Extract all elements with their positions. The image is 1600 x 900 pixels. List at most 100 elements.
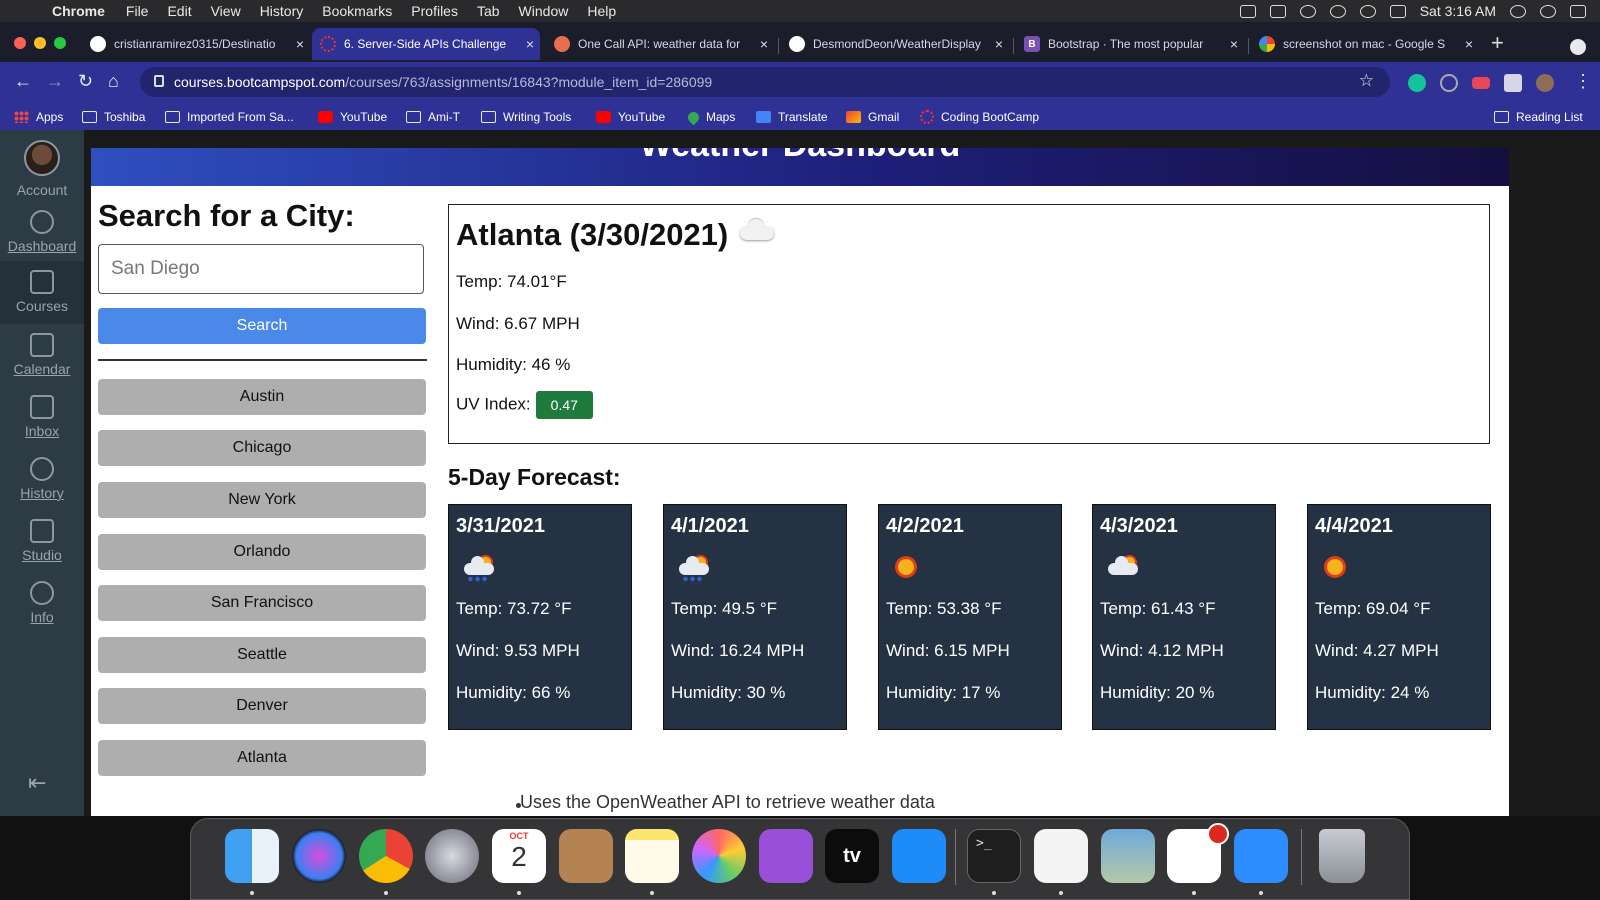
calendar-icon[interactable]: OCT 2 xyxy=(492,829,546,883)
menu-profiles[interactable]: Profiles xyxy=(411,3,458,19)
bookmark-star-icon[interactable]: ☆ xyxy=(1359,71,1374,91)
siri-icon[interactable] xyxy=(1540,4,1556,18)
city-button-denver[interactable]: Denver xyxy=(98,688,426,724)
menu-tab[interactable]: Tab xyxy=(477,3,500,19)
nav-calendar[interactable]: Calendar xyxy=(0,333,84,377)
zoom-icon[interactable] xyxy=(1234,829,1288,883)
city-button-orlando[interactable]: Orlando xyxy=(98,534,426,570)
bluetooth-icon[interactable] xyxy=(1329,4,1346,18)
close-icon[interactable]: × xyxy=(1465,36,1473,52)
notes-icon[interactable] xyxy=(625,829,679,883)
close-icon[interactable]: × xyxy=(760,36,768,52)
wifi-icon[interactable] xyxy=(1359,4,1376,18)
city-search-input[interactable] xyxy=(98,244,424,294)
bookmark-imported[interactable]: Imported From Sa... xyxy=(165,110,294,124)
lock-icon[interactable] xyxy=(154,75,164,87)
display-icon[interactable] xyxy=(1269,4,1286,18)
bookmark-ami-t[interactable]: Ami-T xyxy=(406,110,460,124)
tab-google-search[interactable]: screenshot on mac - Google S × xyxy=(1251,28,1479,60)
bookmark-toshiba[interactable]: Toshiba xyxy=(82,110,145,124)
profile-avatar-icon[interactable] xyxy=(1536,74,1554,92)
bookmark-writing-tools[interactable]: Writing Tools xyxy=(481,110,571,124)
trash-icon[interactable] xyxy=(1319,829,1365,883)
bookmark-maps[interactable]: Maps xyxy=(685,109,735,125)
volume-icon[interactable] xyxy=(1389,4,1406,18)
forward-arrow-icon[interactable]: → xyxy=(46,71,64,92)
avatar[interactable] xyxy=(24,140,60,176)
menu-history[interactable]: History xyxy=(260,3,304,19)
menu-help[interactable]: Help xyxy=(587,3,616,19)
home-icon[interactable]: ⌂ xyxy=(108,71,119,92)
search-button[interactable]: Search xyxy=(98,308,426,344)
close-icon[interactable]: × xyxy=(296,36,304,52)
url-text[interactable]: courses.bootcampspot.com/courses/763/ass… xyxy=(174,74,712,90)
menu-edit[interactable]: Edit xyxy=(167,3,191,19)
siri-icon[interactable] xyxy=(292,829,346,883)
nav-history[interactable]: History xyxy=(0,457,84,501)
tab-search-icon[interactable] xyxy=(1570,39,1586,55)
menu-file[interactable]: File xyxy=(126,3,149,19)
nav-courses[interactable]: Courses xyxy=(0,270,84,314)
nav-studio[interactable]: Studio xyxy=(0,519,84,563)
preview-icon[interactable] xyxy=(1101,829,1155,883)
collapse-nav-icon[interactable]: ⇤ xyxy=(28,770,46,796)
bookmark-translate[interactable]: Translate xyxy=(756,110,828,124)
bookmark-apps[interactable]: Apps xyxy=(14,110,63,124)
chrome-menu-icon[interactable]: ⋮ xyxy=(1574,71,1592,92)
tab-server-side-apis[interactable]: 6. Server-Side APIs Challenge × xyxy=(312,28,540,60)
photos-icon[interactable] xyxy=(692,829,746,883)
reload-icon[interactable]: ↻ xyxy=(78,71,93,92)
bookmark-youtube-2[interactable]: YouTube xyxy=(596,110,665,124)
nav-inbox[interactable]: Inbox xyxy=(0,395,84,439)
menu-clock[interactable]: Sat 3:16 AM xyxy=(1420,3,1496,19)
menu-bookmarks[interactable]: Bookmarks xyxy=(322,3,392,19)
slack-icon[interactable] xyxy=(1167,823,1229,883)
menu-view[interactable]: View xyxy=(211,3,241,19)
vscode-icon[interactable] xyxy=(1034,829,1088,883)
window-minimize-icon[interactable] xyxy=(34,37,46,49)
city-button-new-york[interactable]: New York xyxy=(98,482,426,518)
reading-list[interactable]: Reading List xyxy=(1494,110,1583,124)
window-close-icon[interactable] xyxy=(14,37,26,49)
menu-app-name[interactable]: Chrome xyxy=(52,3,105,19)
close-icon[interactable]: × xyxy=(526,36,534,52)
new-tab-button[interactable]: + xyxy=(1491,30,1504,56)
screen-record-icon[interactable] xyxy=(1239,4,1256,18)
bookmark-youtube[interactable]: YouTube xyxy=(318,110,387,124)
chrome-icon[interactable] xyxy=(359,829,413,883)
tab-github-weatherdisplay[interactable]: DesmondDeon/WeatherDisplay × xyxy=(781,28,1009,60)
launchpad-icon[interactable] xyxy=(425,829,479,883)
grammarly-extension-icon[interactable] xyxy=(1408,74,1426,92)
bookmark-gmail[interactable]: Gmail xyxy=(846,110,899,124)
finder-icon[interactable] xyxy=(225,829,279,883)
back-arrow-icon[interactable]: ← xyxy=(14,71,32,92)
contacts-icon[interactable] xyxy=(559,829,613,883)
menu-window[interactable]: Window xyxy=(519,3,569,19)
app-store-icon[interactable] xyxy=(892,829,946,883)
city-button-austin[interactable]: Austin xyxy=(98,379,426,415)
bookmark-coding-bootcamp[interactable]: Coding BootCamp xyxy=(920,110,1039,124)
close-icon[interactable]: × xyxy=(995,36,1003,52)
tab-bootstrap[interactable]: B Bootstrap · The most popular × xyxy=(1016,28,1244,60)
apple-tv-icon[interactable]: tv xyxy=(825,829,879,883)
city-button-seattle[interactable]: Seattle xyxy=(98,637,426,673)
tab-github-destination[interactable]: cristianramirez0315/Destinatio × xyxy=(82,28,310,60)
city-button-chicago[interactable]: Chicago xyxy=(98,430,426,466)
extension-icon[interactable] xyxy=(1440,74,1458,92)
close-icon[interactable]: × xyxy=(1230,36,1238,52)
city-button-atlanta[interactable]: Atlanta xyxy=(98,740,426,776)
time-machine-icon[interactable] xyxy=(1299,4,1316,18)
control-center-icon[interactable] xyxy=(1570,4,1586,18)
address-bar[interactable]: courses.bootcampspot.com/courses/763/ass… xyxy=(140,67,1390,97)
tab-one-call-api[interactable]: One Call API: weather data for × xyxy=(546,28,774,60)
nav-dashboard[interactable]: Dashboard xyxy=(0,210,84,254)
spotlight-search-icon[interactable] xyxy=(1510,4,1526,18)
terminal-icon[interactable]: >_ xyxy=(967,829,1021,883)
extensions-puzzle-icon[interactable] xyxy=(1504,74,1522,92)
nav-account[interactable]: Account xyxy=(0,182,84,198)
podcasts-icon[interactable] xyxy=(759,829,813,883)
screencastify-extension-icon[interactable] xyxy=(1472,77,1490,89)
nav-info[interactable]: Info xyxy=(0,581,84,625)
city-button-san-francisco[interactable]: San Francisco xyxy=(98,585,426,621)
window-zoom-icon[interactable] xyxy=(54,37,66,49)
